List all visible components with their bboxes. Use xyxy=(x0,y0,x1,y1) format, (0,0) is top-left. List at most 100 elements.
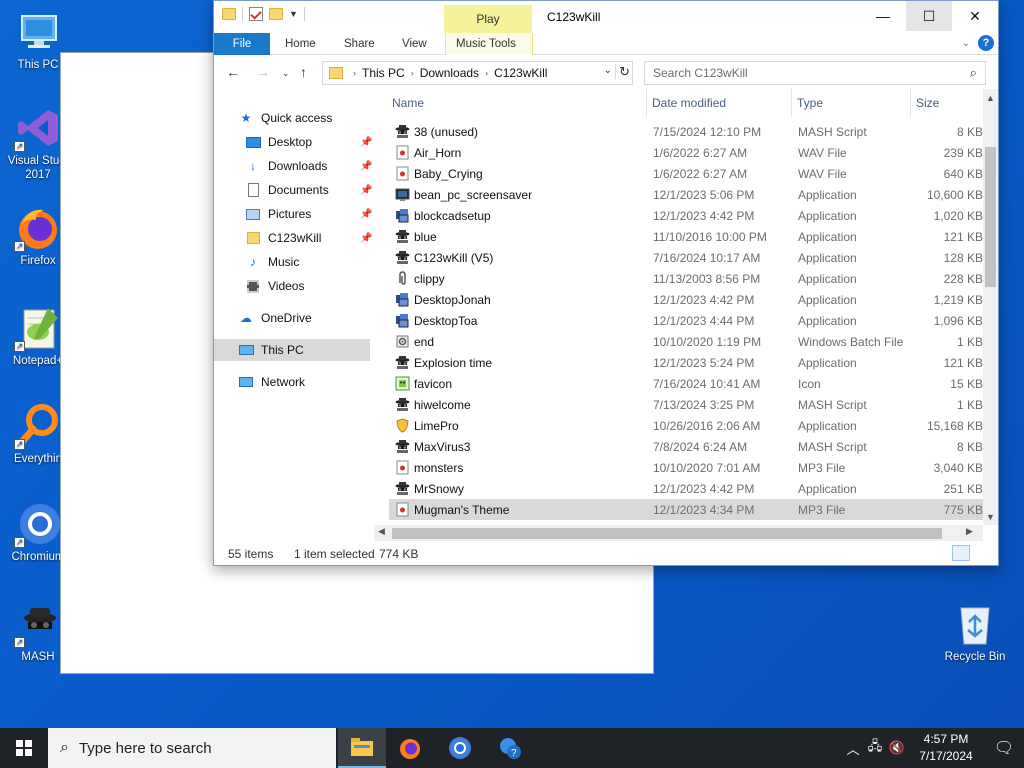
speaker-muted-icon[interactable]: 🔇 xyxy=(886,740,908,756)
breadcrumb-downloads[interactable]: Downloads xyxy=(420,66,479,80)
forward-arrow-icon[interactable]: → xyxy=(256,64,270,80)
column-header-size[interactable]: Size xyxy=(916,89,939,117)
file-size: 8 KB xyxy=(956,125,983,139)
taskbar-file-explorer[interactable] xyxy=(338,728,386,768)
nav-quick-access[interactable]: ★ Quick access xyxy=(214,107,386,129)
new-folder-icon[interactable] xyxy=(269,8,283,20)
tab-home[interactable]: Home xyxy=(275,33,326,55)
expand-ribbon-icon[interactable]: ⌄ xyxy=(962,38,970,49)
taskbar-search-box[interactable]: ⌕ Type here to search xyxy=(48,728,336,768)
chevron-right-icon[interactable]: › xyxy=(411,68,414,78)
details-view-icon[interactable] xyxy=(952,545,970,561)
scroll-left-icon[interactable]: ◀ xyxy=(378,526,385,537)
recent-locations-icon[interactable]: ⌄ xyxy=(282,68,290,79)
taskbar-chromium[interactable] xyxy=(436,728,484,768)
horizontal-scrollbar[interactable]: ◀ ▶ xyxy=(374,525,983,541)
everything-search-icon: ↗ xyxy=(14,402,62,450)
address-field[interactable]: › This PC › Downloads › C123wKill ⌄ ↻ xyxy=(322,61,633,85)
tab-view[interactable]: View xyxy=(392,33,437,55)
customize-toolbar-icon[interactable]: ▼ xyxy=(289,9,298,19)
large-icons-view-icon[interactable] xyxy=(974,545,992,561)
search-input[interactable]: Search C123wKill ⌕ xyxy=(644,61,986,85)
pin-icon[interactable]: 📌 xyxy=(360,161,372,172)
refresh-icon[interactable]: ↻ xyxy=(615,64,630,80)
properties-icon[interactable] xyxy=(249,7,263,21)
column-header-date[interactable]: Date modified xyxy=(652,89,726,117)
minimize-button[interactable]: — xyxy=(860,1,906,31)
file-row[interactable]: Air_Horn 1/6/2022 6:27 AM WAV File 239 KB xyxy=(389,142,983,163)
file-row[interactable]: clippy 11/13/2003 8:56 PM Application 228 K… xyxy=(389,268,983,289)
nav-videos[interactable]: Videos xyxy=(214,275,386,297)
column-divider[interactable] xyxy=(791,89,792,117)
nav-onedrive[interactable]: ☁ OneDrive xyxy=(214,307,386,329)
file-row[interactable]: blockcadsetup 12/1/2023 4:42 PM Applicatio… xyxy=(389,205,983,226)
file-row[interactable]: LimePro 10/26/2016 2:06 AM Application 15,1… xyxy=(389,415,983,436)
scrollbar-thumb[interactable] xyxy=(985,147,996,287)
pin-icon[interactable]: 📌 xyxy=(360,233,372,244)
pin-icon[interactable]: 📌 xyxy=(360,209,372,220)
pin-icon[interactable]: 📌 xyxy=(360,137,372,148)
network-status-icon[interactable]: 🖧 xyxy=(864,737,886,759)
start-button[interactable] xyxy=(0,728,48,768)
pin-icon[interactable]: 📌 xyxy=(360,185,372,196)
column-divider[interactable] xyxy=(910,89,911,117)
scroll-down-icon[interactable]: ▼ xyxy=(986,512,995,522)
file-row[interactable]: DesktopJonah 12/1/2023 4:42 PM Application… xyxy=(389,289,983,310)
mash-icon xyxy=(395,355,410,370)
file-row[interactable]: Explosion time 12/1/2023 5:24 PM Applicati… xyxy=(389,352,983,373)
breadcrumb-c123wkill[interactable]: C123wKill xyxy=(494,66,547,80)
nav-this-pc[interactable]: This PC xyxy=(214,339,370,361)
chevron-right-icon[interactable]: › xyxy=(353,68,356,78)
file-explorer-window[interactable]: ▼ Play C123wKill — ☐ ✕ File Home Share V… xyxy=(213,0,999,566)
breadcrumb-this-pc[interactable]: This PC xyxy=(362,66,405,80)
back-arrow-icon[interactable]: ← xyxy=(226,64,240,80)
file-row[interactable]: end 10/10/2020 1:19 PM Windows Batch File 1… xyxy=(389,331,983,352)
tab-file[interactable]: File xyxy=(214,33,270,55)
file-row[interactable]: Baby_Crying 1/6/2022 6:27 AM WAV File 640 K… xyxy=(389,163,983,184)
column-header-type[interactable]: Type xyxy=(797,89,823,117)
file-row[interactable]: MaxVirus3 7/8/2024 6:24 AM MASH Script 8 KB xyxy=(389,436,983,457)
scroll-up-icon[interactable]: ▲ xyxy=(986,93,995,103)
address-dropdown-icon[interactable]: ⌄ xyxy=(604,65,612,76)
scroll-right-icon[interactable]: ▶ xyxy=(966,526,973,537)
tab-music-tools[interactable]: Music Tools xyxy=(445,33,533,55)
up-arrow-icon[interactable]: ↑ xyxy=(300,64,307,80)
pictures-icon xyxy=(245,207,261,221)
file-row[interactable]: blue 11/10/2016 10:00 PM Application 121 KB xyxy=(389,226,983,247)
desktop-icon-recycle-bin[interactable]: Recycle Bin xyxy=(936,600,1014,664)
nav-documents[interactable]: Documents 📌 xyxy=(214,179,386,201)
file-row[interactable]: favicon 7/16/2024 10:41 AM Icon 15 KB xyxy=(389,373,983,394)
file-row[interactable]: DesktopToa 12/1/2023 4:44 PM Application 1,… xyxy=(389,310,983,331)
close-button[interactable]: ✕ xyxy=(952,1,998,31)
nav-network[interactable]: Network xyxy=(214,371,386,393)
title-bar[interactable]: ▼ Play C123wKill — ☐ ✕ xyxy=(214,1,998,33)
tab-share[interactable]: Share xyxy=(334,33,385,55)
chevron-right-icon[interactable]: › xyxy=(485,68,488,78)
file-row[interactable]: hiwelcome 7/13/2024 3:25 PM MASH Script 1 K… xyxy=(389,394,983,415)
play-context-tab[interactable]: Play xyxy=(444,5,532,33)
taskbar-help[interactable]: ? xyxy=(486,728,534,768)
help-button[interactable]: ? xyxy=(978,35,994,51)
vertical-scrollbar[interactable]: ▲ ▼ xyxy=(983,89,998,525)
nav-music[interactable]: ♪ Music xyxy=(214,251,386,273)
videos-icon xyxy=(245,279,261,293)
nav-downloads[interactable]: ↓ Downloads 📌 xyxy=(214,155,386,177)
file-row[interactable]: monsters 10/10/2020 7:01 AM MP3 File 3,040 … xyxy=(389,457,983,478)
notifications-icon[interactable]: 🗨 xyxy=(984,738,1024,758)
file-row[interactable]: MrSnowy 12/1/2023 4:42 PM Application 251 K… xyxy=(389,478,983,499)
column-header-name[interactable]: Name xyxy=(392,89,424,117)
clock[interactable]: 4:57 PM 7/17/2024 xyxy=(908,731,984,765)
nav-c123wkill[interactable]: C123wKill 📌 xyxy=(214,227,386,249)
file-row[interactable]: bean_pc_screensaver 12/1/2023 5:06 PM Appl… xyxy=(389,184,983,205)
file-row[interactable]: 38 (unused) 7/15/2024 12:10 PM MASH Script… xyxy=(389,121,983,142)
maximize-button[interactable]: ☐ xyxy=(906,1,952,31)
file-date-modified: 12/1/2023 4:42 PM xyxy=(653,293,755,307)
chevron-up-icon[interactable]: ︿ xyxy=(842,739,864,758)
file-row[interactable]: C123wKill (V5) 7/16/2024 10:17 AM Applicat… xyxy=(389,247,983,268)
taskbar-firefox[interactable] xyxy=(386,728,434,768)
scrollbar-thumb[interactable] xyxy=(392,528,942,539)
file-row[interactable]: Mugman's Theme 12/1/2023 4:34 PM MP3 File 7… xyxy=(389,499,983,520)
column-divider[interactable] xyxy=(646,89,647,117)
nav-pictures[interactable]: Pictures 📌 xyxy=(214,203,386,225)
nav-desktop[interactable]: Desktop 📌 xyxy=(214,131,386,153)
